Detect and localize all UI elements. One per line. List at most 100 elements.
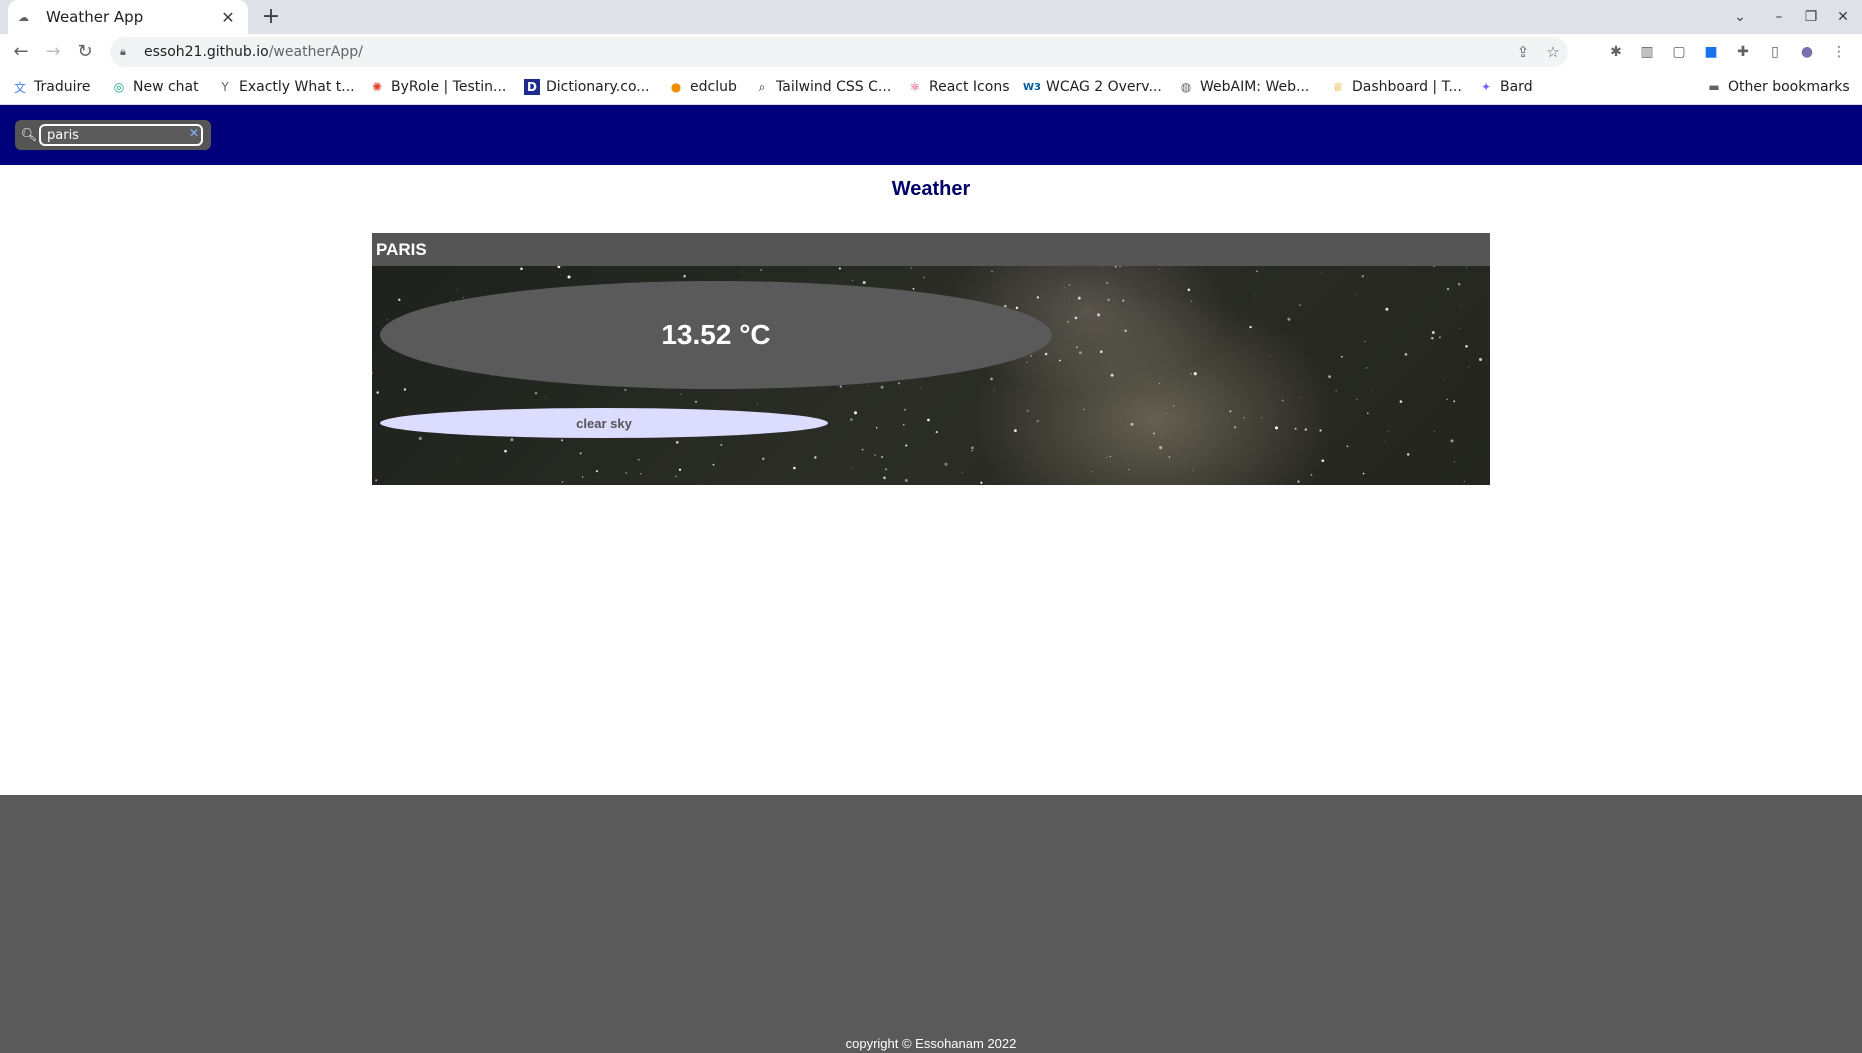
bookmark-item[interactable]: Y Exactly What t... [217,76,354,98]
bookmark-item[interactable]: ⌕ Tailwind CSS C... [754,76,892,98]
star [1191,469,1193,471]
edclub-icon: ● [670,80,682,94]
clear-search-icon[interactable]: ✕ [189,126,199,140]
star [712,463,715,466]
star [510,438,514,442]
temperature-display: 13.52 °C [380,281,1052,389]
star [1077,296,1081,300]
star [1439,336,1441,339]
star [386,319,388,321]
star [1190,300,1192,302]
star [398,298,401,302]
browser-toolbar: ← → ↻ 🔒︎ essoh21.github.io/weatherApp/ ⇪… [0,34,1862,70]
star [624,388,627,391]
bookmark-item[interactable]: ✦ Bard [1478,76,1533,98]
new-tab-button[interactable]: + [258,4,284,30]
star [567,275,571,279]
share-icon[interactable]: ⇪ [1508,43,1538,61]
bookmark-item[interactable]: W3 WCAG 2 Overv... [1023,76,1162,98]
bookmark-item[interactable]: ● edclub [668,76,737,98]
bookmark-item[interactable]: ◎ New chat [111,76,199,98]
star [935,431,938,434]
bookmark-item[interactable]: 文 Traduire [12,76,91,98]
bookmark-item[interactable]: ✺ ByRole | Testin... [369,76,506,98]
puzzle-icon[interactable]: ✚ [1733,42,1753,62]
reader-icon[interactable]: ▥ [1637,42,1657,62]
star [456,289,458,291]
menu-icon[interactable]: ⋮ [1829,42,1849,62]
star [1457,282,1461,286]
star [561,439,564,442]
star [1013,429,1017,433]
star [535,392,537,395]
globe-icon: ◍ [1180,80,1192,94]
star [1187,288,1191,292]
extension-icon[interactable]: ▢ [1669,42,1689,62]
navbar: 🔍︎ ✕ [0,105,1862,165]
weather-description: clear sky [380,408,828,438]
extension-icon[interactable]: ✱ [1606,42,1626,62]
avatar[interactable]: ● [1797,42,1817,62]
star [923,276,925,279]
star [1026,409,1029,412]
star [904,479,908,482]
bookmark-item[interactable]: ♕ Dashboard | T... [1330,76,1462,98]
star [1388,430,1389,432]
star [1346,445,1349,448]
url-text: essoh21.github.io/weatherApp/ [144,44,363,60]
star [1159,268,1161,270]
star [1097,313,1101,317]
star [991,270,993,273]
star [1130,422,1134,426]
window-close-icon[interactable]: ✕ [1829,5,1857,29]
star [1319,429,1322,432]
star [1328,375,1331,378]
bookmark-item[interactable]: ⚛ React Icons [907,76,1010,98]
star [875,427,878,429]
restore-icon[interactable]: ❐ [1797,5,1825,29]
star [1433,431,1435,433]
close-tab-icon[interactable]: ✕ [218,8,238,27]
star [680,393,682,395]
star [1385,307,1389,311]
star [762,457,765,461]
sparkle-icon: ✦ [1480,80,1492,94]
star [640,473,642,475]
star [897,382,901,385]
star [839,385,842,388]
dictionary-icon: D [524,79,540,95]
star [1064,296,1065,298]
star [1128,468,1130,471]
star [1249,325,1252,329]
browser-tab[interactable]: ☁ Weather App ✕ [8,0,248,34]
star [903,424,905,426]
weather-card-body: 13.52 °C clear sky [372,266,1490,485]
star [1465,345,1468,348]
star [1478,357,1483,362]
star [741,271,742,273]
star [838,267,841,270]
star [557,266,561,269]
reload-icon[interactable]: ↻ [72,39,98,65]
extension-icon[interactable]: ■ [1701,42,1721,62]
footer: copyright © Essohanam 2022 [0,795,1862,1053]
address-bar[interactable]: 🔒︎ essoh21.github.io/weatherApp/ ⇪ ☆ [110,37,1568,67]
minimize-icon[interactable]: – [1765,5,1793,29]
star [912,287,915,290]
bookmark-item[interactable]: D Dictionary.co... [524,76,650,98]
star [462,297,464,298]
star [1044,352,1048,356]
side-panel-icon[interactable]: ▯ [1765,42,1785,62]
forward-icon[interactable]: → [40,39,66,65]
star [1182,335,1183,337]
star [1090,471,1092,473]
city-search-input[interactable] [39,124,203,146]
tab-search-icon[interactable]: ⌄ [1726,5,1754,29]
star [944,462,948,466]
bookmark-star-icon[interactable]: ☆ [1538,43,1568,61]
back-icon[interactable]: ← [8,39,34,65]
bookmark-item[interactable]: ◍ WebAIM: Web... [1178,76,1310,98]
star [853,411,858,415]
other-bookmarks[interactable]: ▬ Other bookmarks [1706,76,1849,98]
star [1356,398,1358,400]
